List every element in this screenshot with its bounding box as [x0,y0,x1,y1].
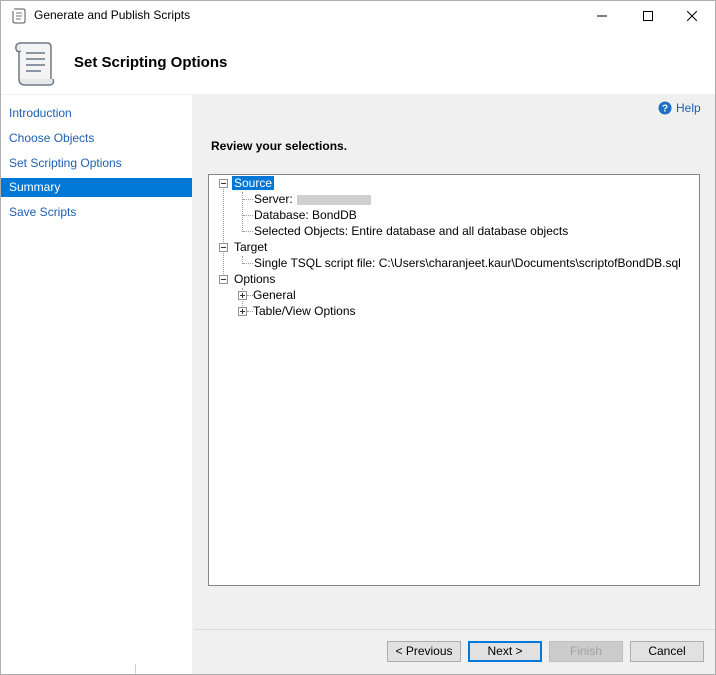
collapse-source-toggle[interactable] [219,179,228,188]
collapse-target-toggle[interactable] [219,243,228,252]
source-label: Source [232,176,275,190]
nav-item-choose-objects[interactable]: Choose Objects [1,129,192,148]
nav-item-summary[interactable]: Summary [1,178,192,197]
tree-branch [243,215,253,216]
cancel-button[interactable]: Cancel [630,641,704,662]
close-button[interactable] [669,1,715,31]
nav-item-save-scripts[interactable]: Save Scripts [1,203,192,222]
footer-divider [194,629,715,630]
scroll-icon [15,42,55,86]
collapse-options-toggle[interactable] [219,275,228,284]
panel-divider [135,664,136,674]
summary-tree[interactable]: Source Server: Database: BondDB Selected… [208,174,700,586]
help-link[interactable]: ? Help [658,101,701,115]
scroll-icon [12,8,26,24]
minimize-icon [597,15,607,17]
previous-button[interactable]: < Previous [387,641,461,662]
wizard-nav: Introduction Choose Objects Set Scriptin… [1,95,192,674]
page-header: Set Scripting Options [1,31,715,94]
svg-text:?: ? [662,104,668,115]
server-label: Server: [254,192,293,206]
wizard-window: Generate and Publish Scripts Set Scripti… [0,0,716,675]
redacted-server-name [296,194,371,205]
expand-general-toggle[interactable] [238,291,247,300]
title-bar: Generate and Publish Scripts [1,1,715,31]
tree-source-line [242,192,243,232]
tree-node-target[interactable]: Target [234,239,267,255]
finish-button[interactable]: Finish [549,641,623,662]
next-button[interactable]: Next > [468,641,542,662]
close-icon [687,11,697,21]
maximize-icon [643,11,653,21]
help-label: Help [676,101,701,115]
help-icon: ? [658,101,672,115]
tree-node-script-file[interactable]: Single TSQL script file: C:\Users\charan… [254,255,681,271]
nav-item-introduction[interactable]: Introduction [1,104,192,123]
tree-node-server[interactable]: Server: [254,191,371,207]
tree-node-general[interactable]: General [253,287,296,303]
tree-node-source[interactable]: Source [232,175,275,191]
tree-root-line [223,184,224,280]
tree-node-selected-objects[interactable]: Selected Objects: Entire database and al… [254,223,568,239]
maximize-button[interactable] [625,1,671,31]
nav-item-set-scripting-options[interactable]: Set Scripting Options [1,154,192,173]
tree-branch [243,199,253,200]
window-title: Generate and Publish Scripts [34,8,191,22]
tree-node-options[interactable]: Options [234,271,275,287]
minimize-button[interactable] [579,1,625,31]
tree-branch [243,263,253,264]
page-title: Set Scripting Options [74,54,228,71]
main-panel: ? Help Review your selections. Source Se… [194,95,715,674]
tree-node-table-view-options[interactable]: Table/View Options [253,303,356,319]
tree-node-database[interactable]: Database: BondDB [254,207,357,223]
review-heading: Review your selections. [211,139,348,153]
tree-branch [243,231,253,232]
expand-table-view-toggle[interactable] [238,307,247,316]
